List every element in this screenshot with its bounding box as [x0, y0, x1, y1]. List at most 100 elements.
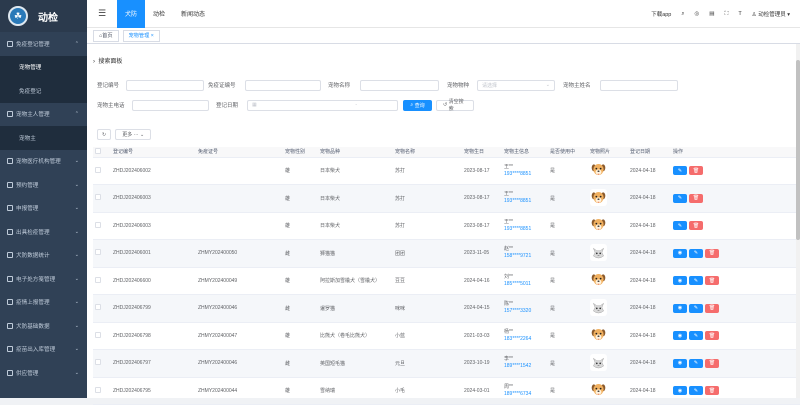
row-checkbox-cell [93, 267, 111, 295]
search-panel-header[interactable]: › 搜索面板 [93, 56, 122, 65]
table-row[interactable]: ZHDJ202406799 ZHMY202400046 雌暹罗猫 咪咪 2024-04-… [93, 294, 800, 323]
sidebar-item-7[interactable]: 申报管理 ⌄ [0, 197, 87, 221]
delete-button[interactable]: 🗑 [705, 331, 719, 341]
reg-no-input[interactable] [126, 79, 204, 91]
edit-button[interactable]: ✎ [689, 248, 703, 258]
row-checkbox[interactable] [95, 194, 101, 201]
owner-phone[interactable]: 183****2264 [504, 336, 548, 343]
sidebar-item-12[interactable]: 犬防基础数据 ⌄ [0, 314, 87, 338]
delete-button[interactable]: 🗑 [689, 166, 703, 176]
edit-button[interactable]: ✎ [673, 166, 687, 176]
delete-button[interactable]: 🗑 [705, 276, 719, 286]
breed-select[interactable]: 请选择 ⌄ [477, 79, 555, 91]
table-row[interactable]: ZHDJ202406797 ZHMY202400046 雌英国短毛猫 元旦 2023-1… [93, 349, 800, 378]
pet-name-input[interactable] [360, 79, 439, 91]
download-app-link[interactable]: 下载app [651, 10, 671, 18]
view-button[interactable]: ◉ [673, 276, 687, 286]
table-row[interactable]: ZHDJ202406795 ZHMY202400044 雄雪纳瑞 小毛 2024-03-… [93, 377, 800, 405]
table-row[interactable]: ZHDJ202406798 ZHMY202400047 雄比熊犬（卷毛比熊犬） 小蓝 2… [93, 322, 800, 350]
table-row[interactable]: ZHDJ202406003 雄日本柴犬 苏打 2023-08-17 王** 193****… [93, 184, 800, 213]
owner-phone[interactable]: 157****3320 [504, 308, 548, 315]
tab-news[interactable]: 新闻动态 [173, 0, 213, 28]
table-row[interactable]: ZHDJ202406002 雄日本柴犬 苏打 2023-08-17 王** 193****… [93, 157, 800, 185]
delete-button[interactable]: 🗑 [705, 386, 719, 396]
search-button[interactable]: ⌕ 查询 [403, 99, 432, 111]
cell-actions: ◉ ✎ 🗑 [671, 294, 800, 323]
delete-button[interactable]: 🗑 [705, 303, 719, 313]
table-row[interactable]: ZHDJ202406001 ZHMY202400050 雌狮猫猫 团团 2023-11-… [93, 239, 800, 268]
delete-button[interactable]: 🗑 [689, 193, 703, 203]
owner-phone[interactable]: 189****1542 [504, 363, 548, 370]
owner-phone[interactable]: 185****5011 [504, 281, 548, 288]
sidebar-item-9[interactable]: 犬防数据统计 ⌄ [0, 244, 87, 268]
user-menu[interactable]: ♙ 动检管理员 ▾ [752, 10, 790, 18]
delete-button[interactable]: 🗑 [689, 221, 703, 231]
sidebar-item-6[interactable]: 预约管理 ⌄ [0, 173, 87, 197]
app-logo[interactable]: ☘ 动检 [0, 0, 87, 32]
owner-phone[interactable]: 189****6734 [504, 391, 548, 398]
table-row[interactable]: ZHDJ202406600 ZHMY202400049 雄阿拉斯加雪橇犬（雪橇犬）豆… [93, 267, 800, 295]
hamburger-icon[interactable]: ☰ [87, 8, 117, 19]
sidebar-item-label: 疫苗出入库管理 [16, 347, 56, 354]
sidebar-item-4[interactable]: 宠物主 [0, 126, 87, 150]
edit-button[interactable]: ✎ [689, 331, 703, 341]
view-button[interactable]: ◉ [673, 248, 687, 258]
reset-button[interactable]: ↺ 清空搜索 [436, 99, 474, 112]
owner-name-input[interactable] [600, 79, 678, 91]
view-button[interactable]: ◉ [673, 331, 687, 341]
fullscreen-icon[interactable]: ⛶ [724, 11, 728, 18]
edit-button[interactable]: ✎ [689, 303, 703, 313]
owner-phone[interactable]: 193****8851 [504, 171, 548, 178]
owner-phone[interactable]: 193****8851 [504, 198, 548, 205]
edit-button[interactable]: ✎ [673, 221, 687, 231]
table-row[interactable]: ZHDJ202406003 雄日本柴犬 苏打 2023-08-17 王** 193****… [93, 212, 800, 240]
edit-button[interactable]: ✎ [689, 386, 703, 396]
owner-phone[interactable]: 193****8851 [504, 226, 548, 233]
row-checkbox[interactable] [95, 221, 101, 228]
sidebar-item-13[interactable]: 疫苗出入库管理 ⌄ [0, 338, 87, 362]
chevron-down-icon: ⌄ [74, 228, 79, 235]
select-all-checkbox[interactable] [95, 147, 101, 154]
search-icon[interactable]: ⌕ [681, 11, 684, 18]
row-checkbox[interactable] [95, 386, 101, 393]
sidebar-item-5[interactable]: 宠物医疗机构管理 ⌄ [0, 150, 87, 174]
sidebar-item-3[interactable]: 宠物主人管理 ⌃ [0, 103, 87, 127]
font-size-icon[interactable]: T [738, 11, 741, 17]
owner-phone[interactable]: 158****9721 [504, 253, 548, 260]
row-checkbox[interactable] [95, 359, 101, 366]
edit-button[interactable]: ✎ [689, 276, 703, 286]
delete-button[interactable]: 🗑 [705, 358, 719, 368]
cert-no-input[interactable] [245, 79, 321, 91]
sidebar-item-1[interactable]: 宠物管理 [0, 55, 87, 79]
tab-quanfang[interactable]: 犬防 [117, 0, 146, 28]
view-button[interactable]: ◉ [673, 358, 687, 368]
sidebar-item-8[interactable]: 出具检疫管理 ⌄ [0, 220, 87, 244]
row-checkbox[interactable] [95, 166, 101, 173]
sidebar-item-2[interactable]: 免疫登记 [0, 79, 87, 103]
reg-date-range[interactable]: ▦ - [247, 99, 398, 111]
row-checkbox[interactable] [95, 249, 101, 256]
sidebar-item-10[interactable]: 电子处方笺管理 ⌄ [0, 267, 87, 291]
view-button[interactable]: ◉ [673, 303, 687, 313]
view-button[interactable]: ◉ [673, 386, 687, 396]
delete-button[interactable]: 🗑 [705, 248, 719, 258]
scrollbar-thumb[interactable] [796, 60, 800, 240]
tag-pet-management[interactable]: 宠物管理 × [122, 29, 160, 42]
edit-button[interactable]: ✎ [689, 358, 703, 368]
column-header: 登记日期 [628, 147, 671, 158]
sidebar-item-0[interactable]: 免疫登记管理 ⌃ [0, 32, 87, 56]
sidebar-item-11[interactable]: 疫情上报管理 ⌄ [0, 291, 87, 315]
more-dropdown[interactable]: 更多 ··· ⌄ [115, 129, 152, 140]
sidebar-item-14[interactable]: 供应管理 ⌄ [0, 361, 87, 385]
github-icon[interactable]: ◎ [694, 11, 699, 17]
row-checkbox[interactable] [95, 304, 101, 311]
doc-icon[interactable]: ▤ [709, 11, 714, 17]
tag-home[interactable]: ⌂ 首页 [93, 29, 119, 42]
row-checkbox[interactable] [95, 331, 101, 338]
edit-button[interactable]: ✎ [673, 193, 687, 203]
cell-pet-name: 元旦 [393, 349, 462, 378]
row-checkbox[interactable] [95, 276, 101, 283]
tab-dongjian[interactable]: 动检 [145, 0, 173, 28]
refresh-button[interactable]: ↻ [97, 129, 112, 140]
owner-phone-input[interactable] [132, 99, 209, 111]
